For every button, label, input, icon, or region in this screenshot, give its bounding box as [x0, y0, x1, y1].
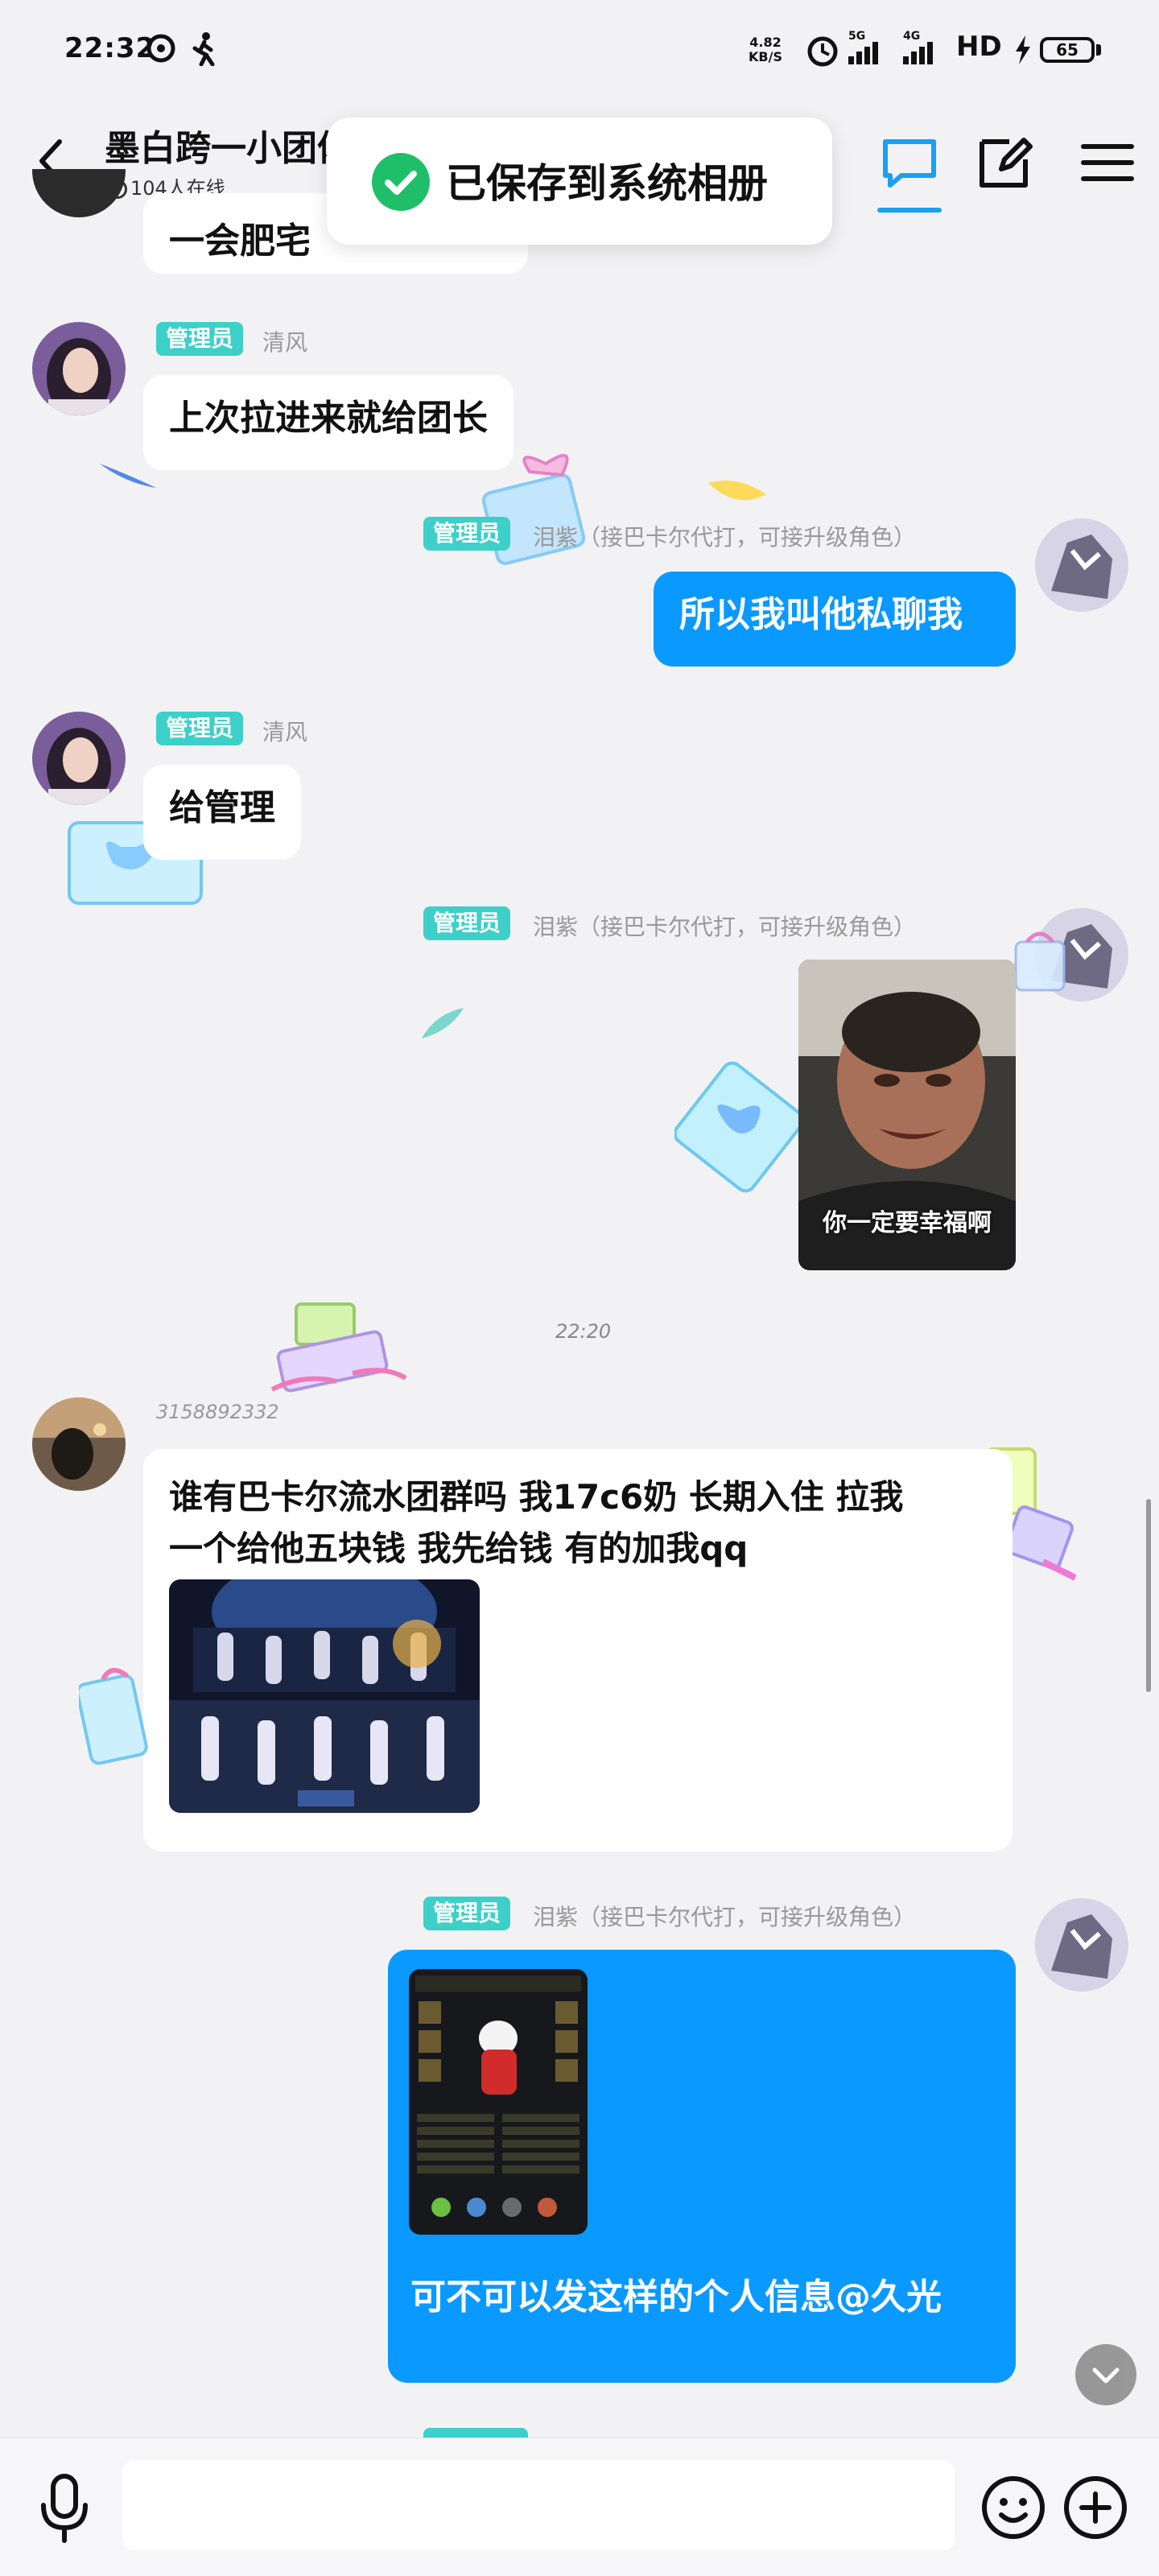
- message-input[interactable]: [122, 2460, 955, 2550]
- avatar-self[interactable]: [1035, 518, 1128, 612]
- gift-box-decoration: [79, 1668, 148, 1765]
- role-badge: 管理员: [423, 1897, 511, 1930]
- battery-indicator: 65: [1040, 37, 1095, 63]
- message-bubble[interactable]: 给管理: [143, 765, 301, 860]
- message-bubble[interactable]: 上次拉进来就给团长: [143, 375, 514, 470]
- scrollbar[interactable]: [1146, 1499, 1151, 1692]
- toast-saved: 已保存到系统相册: [327, 118, 832, 245]
- plus-icon[interactable]: [1062, 2475, 1128, 2541]
- confetti-decoration: [708, 481, 766, 501]
- charging-icon: [1016, 35, 1030, 64]
- sender-name[interactable]: 泪紫（接巴卡尔代打，可接升级角色）: [533, 520, 916, 552]
- message-bubble[interactable]: 所以我叫他私聊我: [654, 572, 1016, 667]
- check-icon: [372, 153, 430, 211]
- role-badge: 管理员: [423, 517, 511, 551]
- tab-chat-underline: [877, 208, 942, 213]
- menu-icon[interactable]: [1075, 130, 1140, 195]
- avatar-partial[interactable]: [32, 169, 126, 217]
- confetti-decoration: [100, 464, 156, 488]
- sender-name[interactable]: 泪紫（接巴卡尔代打，可接升级角色）: [533, 910, 916, 942]
- message-text-line: 谁有巴卡尔流水团群吗 我17c6奶 长期入住 拉我: [169, 1477, 904, 1517]
- signal-4g: 4G: [903, 31, 935, 64]
- role-badge: 管理员: [423, 906, 511, 940]
- scroll-to-bottom-button[interactable]: [1075, 2344, 1136, 2405]
- hotspot-icon: [146, 34, 175, 63]
- confetti-decoration: [422, 1008, 464, 1038]
- status-time: 22:32: [64, 32, 156, 64]
- image-caption: 你一定要幸福啊: [823, 1209, 992, 1237]
- role-badge-partial: [423, 2428, 528, 2438]
- battery-tip: [1096, 44, 1101, 56]
- shared-image-photo[interactable]: 你一定要幸福啊: [798, 960, 1016, 1270]
- group-title[interactable]: 墨白跨一小团体: [105, 119, 353, 171]
- chevron-down-icon: [1092, 2368, 1120, 2384]
- smiley-icon[interactable]: [980, 2475, 1046, 2541]
- alarm-icon: [807, 36, 838, 67]
- game-screenshot-image[interactable]: [169, 1579, 480, 1813]
- hd-indicator: HD: [956, 31, 1002, 63]
- sender-name[interactable]: 清风: [262, 325, 307, 357]
- microphone-icon[interactable]: [32, 2470, 97, 2547]
- avatar-qingfeng[interactable]: [32, 322, 126, 415]
- gift-box-decoration: [270, 1302, 407, 1393]
- gift-box-decoration: [674, 1061, 805, 1193]
- role-badge: 管理员: [156, 322, 244, 356]
- character-screenshot-image[interactable]: [409, 1969, 588, 2235]
- message-text-line: 一个给他五块钱 我先给钱 有的加我qq: [169, 1529, 749, 1568]
- chat-bubble-icon[interactable]: [877, 130, 942, 195]
- avatar-3158892332[interactable]: [32, 1397, 126, 1491]
- status-bar: 22:32 4.82 KB/S 5G 4G HD 65: [0, 0, 1159, 97]
- gift-box-decoration: [1014, 931, 1066, 992]
- role-badge: 管理员: [156, 712, 244, 745]
- avatar-qingfeng[interactable]: [32, 712, 126, 805]
- message-bubble[interactable]: 可不可以发这样的个人信息@久光: [388, 1950, 1016, 2383]
- signal-5g: 5G: [848, 31, 881, 64]
- avatar-self[interactable]: [1035, 1898, 1128, 1992]
- sender-name[interactable]: 3158892332: [156, 1401, 279, 1423]
- net-speed: 4.82 KB/S: [749, 35, 782, 64]
- walking-icon: [192, 32, 215, 66]
- toast-text: 已保存到系统相册: [446, 160, 768, 207]
- edit-icon[interactable]: [972, 130, 1037, 195]
- sender-name[interactable]: 泪紫（接巴卡尔代打，可接升级角色）: [533, 1900, 916, 1932]
- message-text: 可不可以发这样的个人信息@久光: [410, 2277, 942, 2318]
- sender-name[interactable]: 清风: [262, 715, 307, 747]
- timestamp: 22:20: [555, 1320, 612, 1343]
